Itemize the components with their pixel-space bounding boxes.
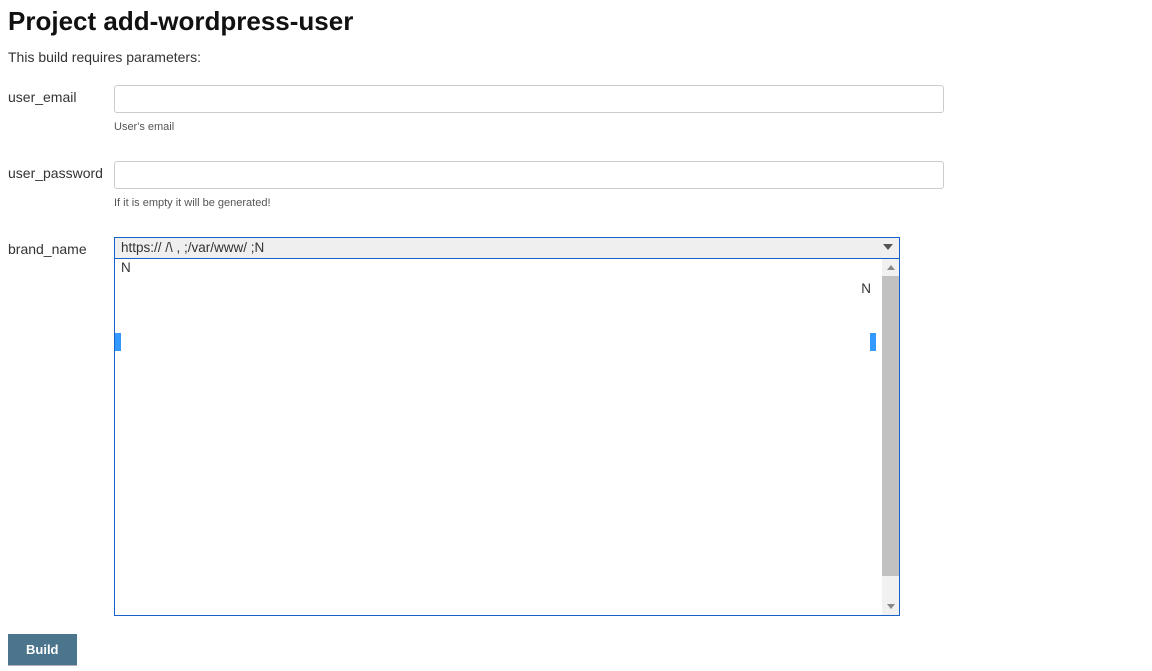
chevron-down-icon [883,244,893,250]
scroll-up-icon[interactable] [882,259,899,276]
label-user-password: user_password [8,161,114,185]
user-email-input[interactable] [114,85,944,113]
scroll-down-icon[interactable] [882,598,899,615]
param-row-user-password: user_password If it is empty it will be … [8,161,1144,209]
page-title: Project add-wordpress-user [8,6,1144,37]
brand-name-select[interactable]: https:// /\ , ;/var/www/ ;N [114,237,900,259]
brand-name-selected-value: https:// /\ , ;/var/www/ ;N [121,240,264,255]
help-user-password: If it is empty it will be generated! [114,197,1144,209]
brand-name-dropdown[interactable]: N N [114,259,900,616]
build-button[interactable]: Build [8,634,77,665]
parameters-subtitle: This build requires parameters: [8,49,1144,65]
param-row-brand-name: brand_name https:// /\ , ;/var/www/ ;N [8,237,1144,616]
selection-highlight-right [870,333,876,351]
label-brand-name: brand_name [8,237,114,261]
scrollbar-thumb[interactable] [882,276,899,576]
help-user-email: User's email [114,121,1144,133]
label-user-email: user_email [8,85,114,109]
user-password-input[interactable] [114,161,944,189]
selection-highlight-left [115,333,121,351]
dropdown-option[interactable]: N [115,259,899,277]
dropdown-option-trailing: N [859,281,873,296]
param-row-user-email: user_email User's email [8,85,1144,133]
scrollbar-track[interactable] [882,259,899,615]
